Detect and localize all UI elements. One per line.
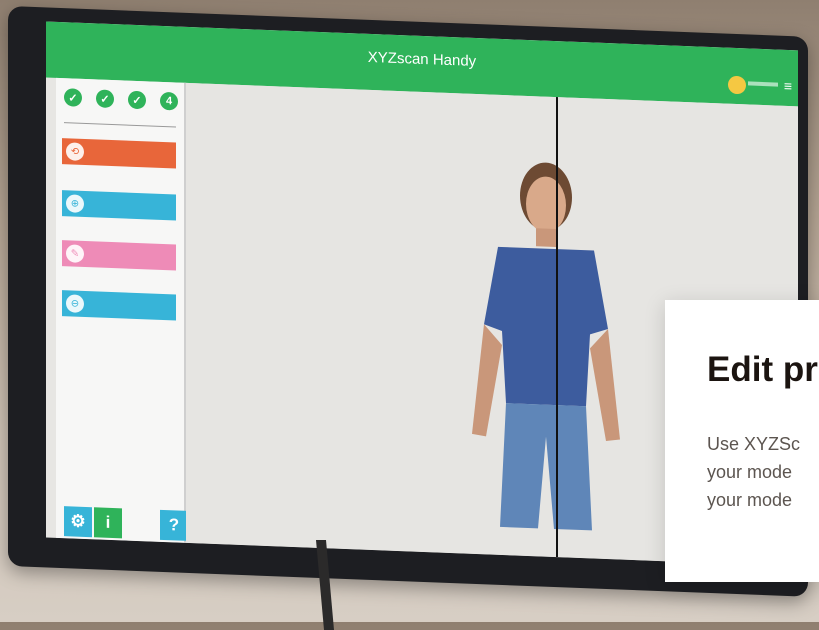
step-3-icon[interactable]: ✓ xyxy=(128,90,146,110)
feature-line-2: your mode xyxy=(707,462,793,482)
step-indicator: ✓ ✓ ✓ 4 xyxy=(64,88,178,111)
edit-icon: ✎ xyxy=(66,244,84,263)
feature-line-3: your mode xyxy=(707,490,793,510)
user-name[interactable] xyxy=(748,81,778,87)
scan-button-label xyxy=(84,152,176,156)
view-icon: ⊖ xyxy=(66,294,84,313)
feature-line-1: Use XYZSc xyxy=(707,434,801,454)
import-icon: ⊕ xyxy=(66,194,84,213)
split-divider[interactable] xyxy=(556,97,558,558)
feature-description: Use XYZSc your mode your mode xyxy=(707,430,800,514)
step-1-icon[interactable]: ✓ xyxy=(64,88,82,107)
step-4-icon[interactable]: 4 xyxy=(160,91,178,111)
edit-button-label xyxy=(84,254,176,258)
app-title: XYZscan Handy xyxy=(367,48,477,70)
sidebar: ✓ ✓ ✓ 4 ⟲ ⊕ ✎ ⊖ xyxy=(56,77,186,543)
step-2-icon[interactable]: ✓ xyxy=(96,89,114,109)
step-divider xyxy=(64,122,176,128)
scan-icon: ⟲ xyxy=(66,142,84,161)
view-button[interactable]: ⊖ xyxy=(62,290,176,321)
scan-button[interactable]: ⟲ xyxy=(62,138,176,169)
monitor-stand xyxy=(316,540,334,630)
settings-button[interactable]: ⚙ xyxy=(64,506,92,538)
info-icon: i xyxy=(105,512,111,532)
view-button-label xyxy=(84,304,176,308)
scanned-person-model[interactable] xyxy=(446,133,646,541)
help-icon: ? xyxy=(168,515,180,535)
hamburger-menu-icon[interactable]: ≡ xyxy=(784,78,792,94)
user-avatar-icon[interactable] xyxy=(728,75,746,95)
feature-card: Edit pr Use XYZSc your mode your mode xyxy=(665,300,819,582)
gear-icon: ⚙ xyxy=(70,511,86,531)
feature-title: Edit pr xyxy=(707,350,818,389)
import-button[interactable]: ⊕ xyxy=(62,190,176,221)
help-button[interactable]: ? xyxy=(160,509,188,541)
sidebar-footer: ⚙ i ? xyxy=(56,498,188,543)
edit-button[interactable]: ✎ xyxy=(62,240,176,271)
info-button[interactable]: i xyxy=(94,507,122,539)
import-button-label xyxy=(84,204,176,208)
